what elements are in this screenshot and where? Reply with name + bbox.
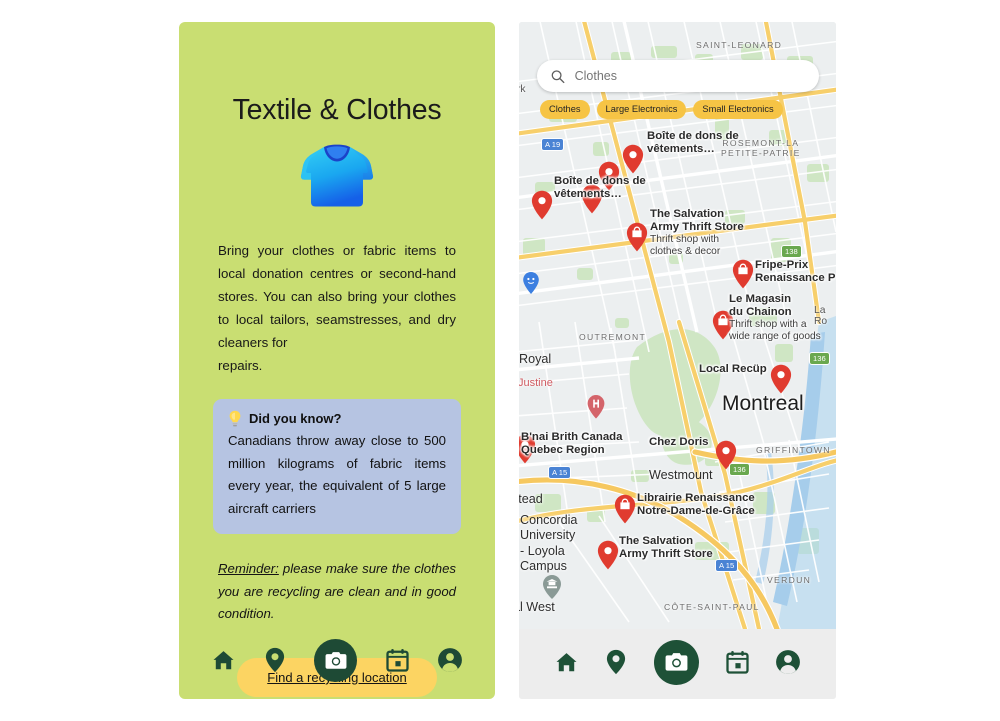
fact-card-heading-row: Did you know? bbox=[228, 410, 446, 427]
route-shield-a15-b: A 15 bbox=[715, 559, 739, 572]
reminder-text: Reminder: please make sure the clothes y… bbox=[218, 558, 456, 626]
nav-location-button[interactable] bbox=[263, 647, 287, 673]
route-shield-136-a: 136 bbox=[809, 352, 830, 365]
nav-calendar-button[interactable] bbox=[385, 648, 410, 673]
search-input[interactable] bbox=[574, 69, 805, 83]
route-shield-a19: A 19 bbox=[541, 138, 565, 151]
nav-home-button-right[interactable] bbox=[554, 650, 579, 675]
bottom-nav-right bbox=[519, 629, 836, 699]
route-shield-a15-a: A 15 bbox=[548, 466, 572, 479]
map-canvas[interactable]: A 19 138 136 A 15 136 A 15 SAINT-LEONARD… bbox=[519, 22, 836, 629]
map-pin-shop-librairie-renaissance[interactable] bbox=[614, 494, 636, 524]
location-pin-icon bbox=[607, 649, 626, 675]
nav-camera-button-right[interactable] bbox=[653, 639, 699, 685]
map-pin-plain-salvation-army-2[interactable] bbox=[597, 540, 619, 570]
nav-camera-button[interactable] bbox=[314, 638, 358, 682]
info-panel: Textile & Clothes Bring your clothes or … bbox=[179, 22, 495, 699]
chip-large-electronics[interactable]: Large Electronics bbox=[596, 100, 687, 119]
nav-home-button[interactable] bbox=[211, 648, 236, 673]
bottom-nav-left bbox=[179, 627, 495, 699]
search-icon bbox=[551, 69, 565, 83]
lightbulb-icon bbox=[228, 410, 242, 427]
camera-icon bbox=[325, 651, 347, 669]
nav-profile-button-right[interactable] bbox=[775, 649, 801, 675]
map-panel: A 19 138 136 A 15 136 A 15 SAINT-LEONARD… bbox=[519, 22, 836, 699]
nav-profile-button[interactable] bbox=[437, 647, 463, 673]
tshirt-icon bbox=[179, 143, 495, 209]
map-pin-plain-local-recup[interactable] bbox=[770, 364, 792, 394]
map-pin-plain-3[interactable] bbox=[581, 184, 603, 214]
calendar-icon bbox=[386, 648, 409, 672]
chip-clothes[interactable]: Clothes bbox=[540, 100, 590, 119]
nav-calendar-button-right[interactable] bbox=[725, 650, 750, 675]
fact-card-text: Canadians throw away close to 500 millio… bbox=[228, 433, 446, 517]
profile-icon bbox=[776, 650, 801, 674]
home-icon bbox=[213, 650, 234, 669]
nav-location-button-right[interactable] bbox=[604, 649, 628, 675]
calendar-icon bbox=[725, 650, 749, 674]
home-icon bbox=[556, 652, 577, 671]
map-pin-plain-4[interactable] bbox=[531, 190, 553, 220]
filter-chip-row: Clothes Large Electronics Small Electron… bbox=[540, 100, 783, 119]
profile-icon bbox=[438, 648, 463, 672]
map-pin-shop-salvation-army-1[interactable] bbox=[626, 222, 648, 252]
app-screenshot: Textile & Clothes Bring your clothes or … bbox=[0, 0, 1000, 721]
fact-card-title: Did you know? bbox=[249, 411, 342, 426]
map-pin-shop-fripe-prix[interactable] bbox=[732, 259, 754, 289]
location-pin-icon bbox=[265, 647, 285, 673]
map-pin-shop-le-magasin-du-chainon[interactable] bbox=[712, 310, 734, 340]
camera-icon bbox=[665, 653, 688, 671]
did-you-know-card: Did you know? Canadians throw away close… bbox=[213, 399, 461, 534]
reminder-label: Reminder: bbox=[218, 560, 279, 576]
info-description: Bring your clothes or fabric items to lo… bbox=[218, 239, 456, 377]
route-shield-136-b: 136 bbox=[729, 463, 750, 476]
page-title: Textile & Clothes bbox=[232, 94, 442, 126]
map-search-bar[interactable] bbox=[537, 60, 819, 92]
map-pin-plain-1[interactable] bbox=[622, 144, 644, 174]
desc-line-5: repairs. bbox=[218, 358, 263, 373]
route-shield-138: 138 bbox=[781, 245, 802, 258]
chip-small-electronics[interactable]: Small Electronics bbox=[693, 100, 783, 119]
map-pin-plain-bnai-brith[interactable] bbox=[519, 434, 536, 464]
